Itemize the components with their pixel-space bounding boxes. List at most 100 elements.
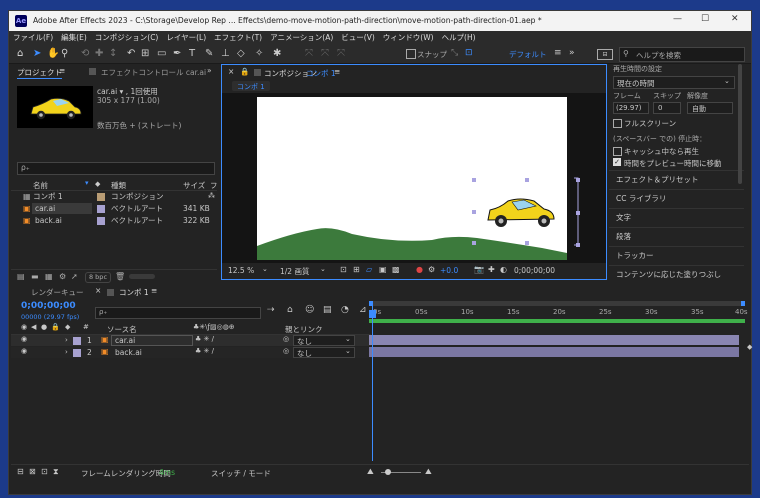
hand-tool-icon[interactable]: ✋	[47, 48, 59, 59]
work-area-bar[interactable]	[369, 319, 745, 323]
workspace-default[interactable]: デフォルト	[509, 49, 547, 60]
lock-icon[interactable]: 🔒	[240, 67, 249, 76]
pan-camera-icon[interactable]: ✚	[95, 48, 103, 59]
frame-rate-select[interactable]: (29.97)	[613, 102, 649, 114]
grid-icon[interactable]: ⊞	[353, 265, 360, 274]
label-swatch[interactable]	[97, 217, 105, 225]
roi-icon[interactable]: ▣	[379, 265, 387, 274]
view-axis-icon[interactable]: ⤧	[337, 48, 345, 59]
zoom-select[interactable]: 12.5 %	[228, 266, 254, 275]
menu-effect[interactable]: エフェクト(T)	[210, 31, 266, 45]
time-navigator[interactable]	[369, 301, 745, 306]
trash-icon[interactable]: 🗑	[115, 272, 125, 281]
playhead-handle[interactable]	[369, 310, 376, 318]
comp-flowchart-icon[interactable]: ⇢	[267, 305, 275, 315]
project-menu-icon[interactable]: ≡	[59, 66, 65, 75]
label-swatch[interactable]	[97, 193, 105, 201]
zoom-out-icon[interactable]: ⛰	[367, 467, 374, 477]
mask-visibility-icon[interactable]: ▱	[366, 265, 372, 274]
project-row[interactable]: ▣ back.ai ベクトルアート 322 KB	[11, 215, 217, 226]
layer-label-swatch[interactable]	[73, 337, 81, 345]
axis-tool-icon[interactable]: ⤧	[305, 48, 313, 59]
draft-3d-icon[interactable]: ⌂	[287, 305, 293, 315]
resolution-select-right[interactable]: 自動	[687, 102, 733, 114]
rotate-tool-icon[interactable]: ↶	[127, 48, 135, 59]
menu-composition[interactable]: コンポジション(C)	[91, 31, 163, 45]
selection-tool-icon[interactable]: ➤	[33, 48, 41, 59]
layer-search-input[interactable]: ρ₊	[95, 307, 261, 319]
exposure-value[interactable]: +0.0	[440, 266, 458, 275]
home-icon[interactable]: ⌂	[17, 48, 23, 59]
motion-blur-icon[interactable]: ◔	[341, 305, 349, 315]
tab-comp-name[interactable]: コンポ 1	[306, 68, 336, 79]
switch-mode-toggle[interactable]: スイッチ / モード	[211, 468, 271, 479]
lock-toggle-icon[interactable]: 🔒	[51, 323, 60, 331]
playhead[interactable]	[372, 301, 373, 461]
col-source-name[interactable]: ソース名	[107, 324, 137, 335]
current-timecode[interactable]: 0;00;00;00	[21, 301, 76, 311]
menu-help[interactable]: ヘルプ(H)	[438, 31, 480, 45]
maximize-button[interactable]: ☐	[701, 14, 709, 24]
menu-animation[interactable]: アニメーション(A)	[266, 31, 337, 45]
bpc-button[interactable]: 8 bpc	[85, 272, 111, 283]
panel-cc-libraries[interactable]: CC ライブラリ	[609, 189, 744, 208]
expand-chevron-icon[interactable]: ›	[65, 348, 68, 356]
close-tab-icon[interactable]: ×	[228, 67, 234, 76]
help-search-input[interactable]: ⚲ ヘルプを検索	[619, 47, 745, 62]
adjust-project-icon[interactable]: ⚙	[59, 272, 66, 281]
collapse-switch-icon[interactable]: ♣ ✳ /	[195, 335, 214, 343]
tab-timeline-comp[interactable]: コンポ 1	[119, 287, 149, 298]
close-tab-icon[interactable]: ×	[95, 286, 101, 295]
thumbnail-slider[interactable]	[129, 274, 155, 279]
snapshot-icon[interactable]: 📷	[474, 265, 484, 274]
minimize-button[interactable]: —	[673, 14, 682, 24]
comp-menu-icon[interactable]: ≡	[334, 67, 340, 76]
collapse-switch-icon[interactable]: ♣ ✳ /	[195, 347, 214, 355]
panel-content-aware-fill[interactable]: コンテンツに応じた塗りつぶし	[609, 265, 744, 284]
comp-canvas[interactable]	[222, 93, 606, 263]
menu-file[interactable]: ファイル(F)	[9, 31, 57, 45]
tab-effect-controls[interactable]: エフェクトコントロール car.ai	[101, 67, 206, 78]
comp-button-icon[interactable]: ◆	[747, 343, 752, 351]
layer-bar-1[interactable]	[369, 335, 739, 345]
close-button[interactable]: ✕	[731, 14, 739, 24]
clone-stamp-icon[interactable]: ⊥	[221, 48, 230, 59]
frame-blending-icon[interactable]: ▤	[323, 305, 332, 315]
orbit-camera-icon[interactable]: ⟲	[81, 48, 89, 59]
shy-layers-icon[interactable]: ☺	[305, 305, 314, 315]
col-type[interactable]: 種類	[111, 180, 126, 191]
move-time-checkbox[interactable]: ✓	[613, 158, 621, 166]
solo-toggle-icon[interactable]: ●	[41, 323, 47, 331]
timeline-menu-icon[interactable]: ≡	[151, 286, 157, 295]
type-tool-icon[interactable]: T	[189, 48, 195, 59]
fullscreen-checkbox[interactable]	[613, 119, 622, 128]
interpret-footage-icon[interactable]: ▤	[17, 272, 25, 281]
panel-effects-presets[interactable]: エフェクト＆プリセット	[609, 170, 744, 189]
puppet-tool-icon[interactable]: ✱	[273, 48, 281, 59]
layer-row-1[interactable]: ◉ › 1 ▣ car.ai ♣ ✳ / ◎ なし ⌄	[11, 335, 371, 346]
tab-render-queue[interactable]: レンダーキュー	[31, 287, 84, 298]
color-management-icon[interactable]: ⚙	[428, 265, 435, 274]
skip-select[interactable]: 0	[653, 102, 681, 114]
send-render-icon[interactable]: ➚	[71, 272, 78, 281]
show-snapshot-icon[interactable]: ✚	[488, 265, 495, 274]
more-workspaces-icon[interactable]: »	[569, 48, 575, 58]
search-help-toggle-icon[interactable]: ⊟	[597, 49, 613, 60]
dolly-camera-icon[interactable]: ↕	[109, 48, 117, 59]
panel-overflow-icon[interactable]: »	[207, 66, 212, 75]
snap-feature-icon[interactable]: ⊡	[465, 48, 473, 58]
navigator-end-handle[interactable]	[741, 301, 745, 306]
col-parent-link[interactable]: 親とリンク	[285, 324, 323, 335]
layer-label-swatch[interactable]	[73, 349, 81, 357]
transfer-controls-icon[interactable]: ⊠	[29, 467, 36, 476]
menu-edit[interactable]: 編集(E)	[57, 31, 91, 45]
panel-tracker[interactable]: トラッカー	[609, 246, 744, 265]
video-toggle-icon[interactable]: ◉	[21, 323, 27, 331]
transparency-grid-icon[interactable]: ▩	[392, 265, 400, 274]
pen-tool-icon[interactable]: ✒	[173, 48, 181, 59]
workspace-menu-icon[interactable]: ≡	[554, 48, 562, 58]
menu-layer[interactable]: レイヤー(L)	[162, 31, 210, 45]
menu-view[interactable]: ビュー(V)	[337, 31, 378, 45]
resolution-select[interactable]: 1/2 画質	[280, 266, 309, 277]
chevron-down-icon[interactable]: ⌄	[262, 265, 268, 273]
